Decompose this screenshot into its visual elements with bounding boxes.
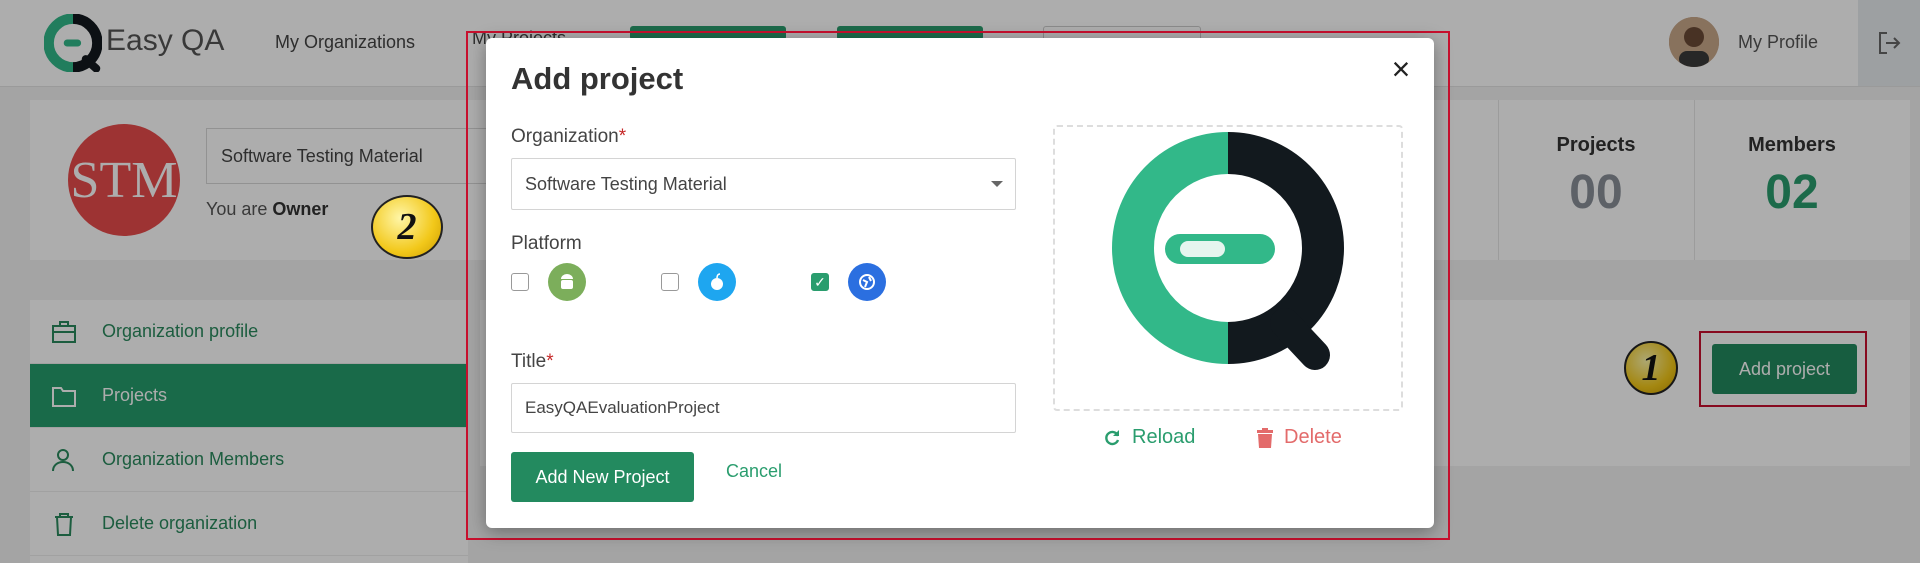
web-icon [848, 263, 886, 301]
platform-label: Platform [511, 233, 582, 254]
title-label: Title* [511, 351, 554, 373]
reload-icon [1105, 429, 1120, 445]
required-mark: * [618, 126, 627, 147]
cancel-button[interactable]: Cancel [726, 461, 782, 482]
close-icon[interactable]: × [1388, 53, 1414, 85]
organization-label-text: Organization [511, 126, 619, 147]
organization-label: Organization* [511, 126, 626, 148]
add-new-project-button[interactable]: Add New Project [511, 452, 694, 502]
delete-button[interactable]: Delete [1256, 426, 1342, 449]
android-checkbox[interactable] [511, 273, 529, 291]
annotation-step-2-badge: 2 [371, 195, 443, 259]
project-logo-preview[interactable] [1053, 125, 1403, 411]
title-label-text: Title [511, 351, 547, 372]
chevron-down-icon [991, 181, 1003, 187]
organization-select[interactable]: Software Testing Material [511, 158, 1016, 210]
delete-label: Delete [1284, 426, 1342, 448]
trash-icon [1257, 427, 1273, 448]
web-checkbox[interactable]: ✓ [811, 273, 829, 291]
reload-label: Reload [1132, 426, 1196, 448]
apple-icon [698, 263, 736, 301]
required-mark: * [546, 351, 554, 372]
android-icon [548, 263, 586, 301]
organization-select-value: Software Testing Material [525, 174, 727, 194]
project-title-input[interactable]: EasyQAEvaluationProject [511, 383, 1016, 433]
ios-checkbox[interactable] [661, 273, 679, 291]
reload-button[interactable]: Reload [1102, 426, 1195, 449]
modal-title: Add project [511, 61, 684, 96]
easyqa-logo-icon [1112, 132, 1344, 370]
